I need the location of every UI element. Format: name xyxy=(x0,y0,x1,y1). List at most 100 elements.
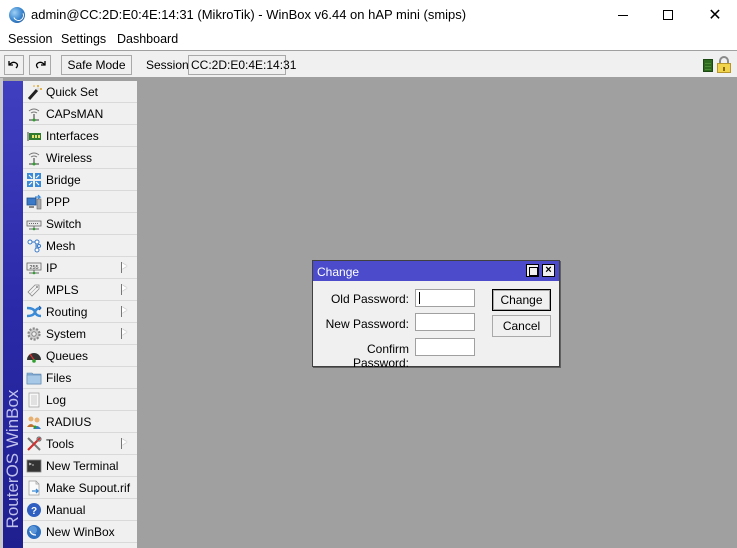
close-button[interactable]: ✕ xyxy=(692,0,737,30)
sidebar-item-label: CAPsMAN xyxy=(46,106,104,121)
routing-icon xyxy=(26,305,42,317)
sidebar-item-bridge[interactable]: Bridge xyxy=(23,169,137,191)
menu-session[interactable]: Session xyxy=(8,32,52,46)
submenu-arrow-icon xyxy=(121,306,128,317)
sidebar-item-mesh[interactable]: Mesh xyxy=(23,235,137,257)
gauge-icon xyxy=(27,352,41,363)
winbox-window: admin@CC:2D:E0:4E:14:31 (MikroTik) - Win… xyxy=(0,0,737,548)
menu-bar: Session Settings Dashboard xyxy=(0,30,737,50)
close-icon: ✕ xyxy=(708,7,722,24)
tools-icon xyxy=(27,435,42,451)
sidebar-item-interfaces[interactable]: Interfaces xyxy=(23,125,137,147)
sidebar-item-label: Log xyxy=(46,392,67,407)
antenna-icon xyxy=(28,152,40,165)
new-password-field[interactable] xyxy=(415,313,475,331)
sidebar-item-label: Make Supout.rif xyxy=(46,480,131,495)
tags-icon xyxy=(27,284,40,297)
ip-icon: 255 xyxy=(26,262,42,274)
winbox-icon xyxy=(27,524,41,539)
sidebar-item-label: Switch xyxy=(46,216,82,231)
sidebar-item-capsman[interactable]: CAPsMAN xyxy=(23,103,137,125)
svg-text:?: ? xyxy=(31,506,37,517)
sidebar-item-label: Queues xyxy=(46,348,89,363)
dialog-maximize-button[interactable] xyxy=(526,264,539,277)
wand-icon xyxy=(27,84,42,100)
maximize-button[interactable] xyxy=(645,0,691,30)
new-password-input[interactable] xyxy=(416,315,474,331)
sidebar-item-label: Bridge xyxy=(46,172,81,187)
sidebar-item-queues[interactable]: Queues xyxy=(23,345,137,367)
users-icon xyxy=(27,416,41,429)
submenu-arrow-icon xyxy=(121,262,128,273)
sidebar-item-label: MPLS xyxy=(46,282,79,297)
connection-status-icon xyxy=(703,59,713,72)
sidebar-item-label: Manual xyxy=(46,502,86,517)
sidebar-item-new-terminal[interactable]: New Terminal xyxy=(23,455,137,477)
title-bar: admin@CC:2D:E0:4E:14:31 (MikroTik) - Win… xyxy=(0,0,737,30)
cancel-button[interactable]: Cancel xyxy=(492,315,551,337)
undo-button[interactable] xyxy=(4,55,24,75)
sidebar-item-ppp[interactable]: PPP xyxy=(23,191,137,213)
sidebar-item-label: PPP xyxy=(46,194,71,209)
sidebar-item-label: Routing xyxy=(46,304,88,319)
winbox-app-icon xyxy=(9,7,25,23)
menu-dashboard[interactable]: Dashboard xyxy=(117,32,178,46)
menu-settings[interactable]: Settings xyxy=(61,32,106,46)
old-password-label: Old Password: xyxy=(330,292,409,306)
ppp-icon xyxy=(26,194,42,209)
sidebar-item-label: IP xyxy=(46,260,58,275)
folder-icon xyxy=(26,372,42,384)
window-title: admin@CC:2D:E0:4E:14:31 (MikroTik) - Win… xyxy=(31,7,467,22)
minimize-button[interactable] xyxy=(600,0,646,30)
dialog-title: Change xyxy=(317,265,360,279)
sidebar-item-files[interactable]: Files xyxy=(23,367,137,389)
change-password-dialog: Change × Old Password: New Password: Con… xyxy=(312,260,560,370)
sidebar-item-switch[interactable]: Switch xyxy=(23,213,137,235)
network-card-icon xyxy=(27,131,41,141)
submenu-arrow-icon xyxy=(121,328,128,339)
bridge-icon xyxy=(27,172,41,187)
sidebar-item-label: Interfaces xyxy=(46,128,99,143)
session-label: Session: xyxy=(146,58,193,72)
sidebar-item-manual[interactable]: ? Manual xyxy=(23,499,137,521)
redo-icon xyxy=(35,61,46,69)
sidebar-item-tools[interactable]: Tools xyxy=(23,433,137,455)
sidebar-item-mpls[interactable]: MPLS xyxy=(23,279,137,301)
sidebar-item-label: Quick Set xyxy=(46,84,99,99)
safe-mode-button[interactable]: Safe Mode xyxy=(61,55,132,75)
gear-icon xyxy=(27,326,41,341)
brand-text: RouterOS WinBox xyxy=(3,389,22,529)
brand-text-container: RouterOS WinBox xyxy=(3,81,23,544)
mesh-icon xyxy=(27,239,41,252)
sidebar-item-wireless[interactable]: Wireless xyxy=(23,147,137,169)
sidebar-item-new-winbox[interactable]: New WinBox xyxy=(23,521,137,543)
session-value: CC:2D:E0:4E:14:31 xyxy=(188,55,296,75)
sidebar-item-label: RADIUS xyxy=(46,414,92,429)
sidebar-item-ip[interactable]: 255 IP xyxy=(23,257,137,279)
sidebar-menu: Quick Set CAPsMAN Interfaces Wireless Br… xyxy=(23,81,137,548)
sidebar-item-system[interactable]: System xyxy=(23,323,137,345)
sidebar-item-label: Files xyxy=(46,370,72,385)
lock-icon xyxy=(717,56,731,73)
dialog-title-bar[interactable]: Change × xyxy=(313,261,559,281)
old-password-input[interactable] xyxy=(416,291,474,307)
text-caret xyxy=(419,292,420,304)
sidebar-item-routing[interactable]: Routing xyxy=(23,301,137,323)
sidebar-item-radius[interactable]: RADIUS xyxy=(23,411,137,433)
maximize-icon xyxy=(663,10,673,20)
sidebar-item-log[interactable]: Log xyxy=(23,389,137,411)
confirm-password-label: Confirm Password: xyxy=(352,342,409,370)
sidebar-item-quick-set[interactable]: Quick Set xyxy=(23,81,137,103)
confirm-password-field[interactable] xyxy=(415,338,475,356)
dialog-close-button[interactable]: × xyxy=(542,264,555,277)
redo-button[interactable] xyxy=(29,55,51,75)
submenu-arrow-icon xyxy=(121,438,128,449)
new-password-label: New Password: xyxy=(325,317,409,331)
confirm-password-input[interactable] xyxy=(416,340,474,356)
old-password-field[interactable] xyxy=(415,289,475,307)
sidebar-item-label: New Terminal xyxy=(46,458,119,473)
change-button[interactable]: Change xyxy=(492,289,551,311)
switch-icon xyxy=(26,220,42,230)
undo-icon xyxy=(8,61,19,69)
sidebar-item-make-supout[interactable]: Make Supout.rif xyxy=(23,477,137,499)
